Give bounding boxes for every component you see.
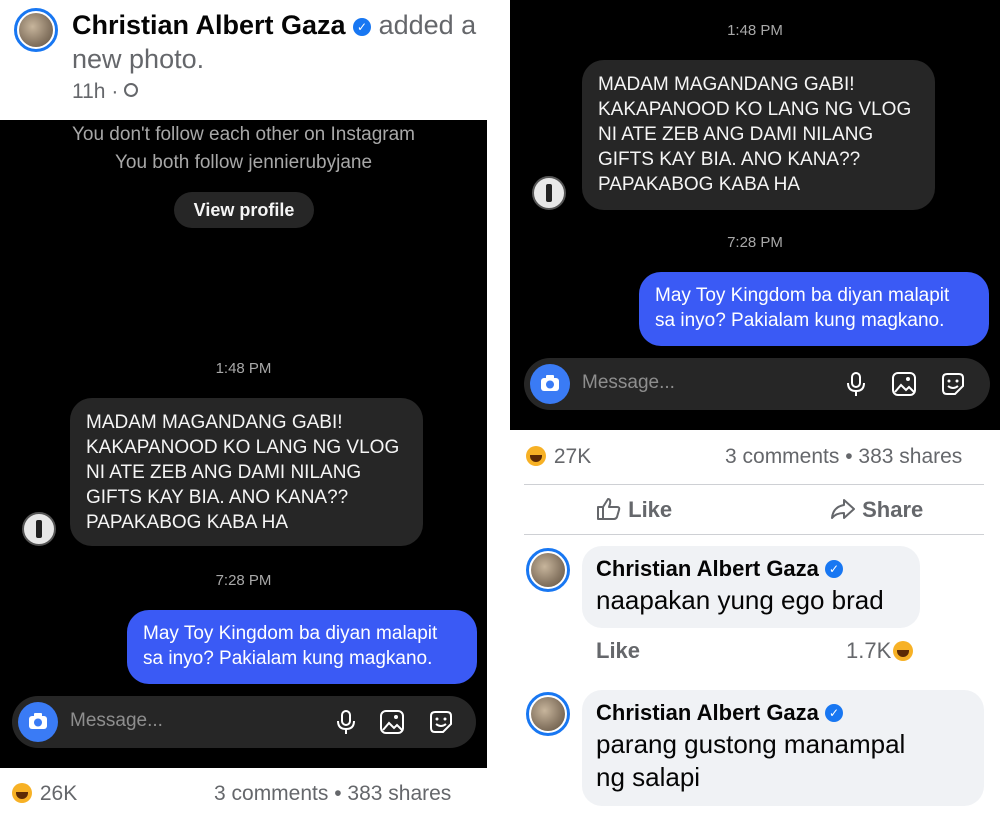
- reaction-total: 26K: [39, 782, 78, 805]
- camera-icon: [29, 713, 47, 729]
- share-button[interactable]: Share: [830, 497, 923, 523]
- dm-screenshot: 1:48 PM MADAM MAGANDANG GABI! KAKAPANOOD…: [510, 0, 1000, 430]
- microphone-icon[interactable]: [332, 708, 360, 736]
- comment-reaction-total: 1.7K: [846, 638, 892, 663]
- verified-badge-icon: ✓: [825, 704, 844, 722]
- message-input[interactable]: Message...: [70, 710, 163, 732]
- sender-avatar[interactable]: [532, 176, 566, 210]
- verified-badge-icon: ✓: [353, 18, 372, 36]
- sender-avatar[interactable]: [22, 512, 56, 546]
- post-timestamp: 11h ·: [72, 80, 139, 104]
- commenter-avatar[interactable]: [526, 692, 570, 736]
- panel-divider: [500, 0, 510, 818]
- author-avatar[interactable]: [14, 8, 58, 52]
- left-screenshot: Christian Albert Gaza ✓ added a new phot…: [0, 0, 500, 818]
- commenter-name[interactable]: Christian Albert Gaza ✓: [596, 554, 906, 584]
- separator: ·: [111, 80, 119, 103]
- camera-icon: [541, 375, 559, 391]
- message-timestamp: 7:28 PM: [727, 234, 783, 251]
- comments-shares[interactable]: 3 comments • 383 shares: [725, 445, 962, 469]
- message-composer: Message...: [524, 358, 990, 410]
- incoming-message: MADAM MAGANDANG GABI! KAKAPANOOD KO LANG…: [582, 60, 935, 210]
- message-timestamp: 1:48 PM: [215, 360, 272, 377]
- comment-text-line: ng salapi: [596, 762, 701, 792]
- comment-like-button[interactable]: Like: [596, 638, 640, 664]
- camera-button[interactable]: [18, 702, 58, 742]
- camera-button[interactable]: [530, 364, 570, 404]
- post-header-text: Christian Albert Gaza ✓ added a new phot…: [72, 8, 492, 76]
- comments-shares[interactable]: 3 comments • 383 shares: [214, 782, 451, 806]
- reaction-count[interactable]: 27K: [526, 445, 591, 469]
- microphone-icon[interactable]: [842, 370, 870, 398]
- comment-text: naapakan yung ego brad: [596, 585, 884, 615]
- gallery-icon[interactable]: [378, 708, 406, 736]
- reaction-count[interactable]: 26K: [12, 782, 77, 806]
- comment-reactions[interactable]: 1.7K: [846, 638, 915, 664]
- verified-badge-icon: ✓: [825, 560, 844, 578]
- sticker-icon[interactable]: [939, 370, 967, 398]
- commenter-name[interactable]: Christian Albert Gaza ✓: [596, 698, 970, 728]
- share-arrow-icon: [831, 499, 855, 519]
- author-name[interactable]: Christian Albert Gaza: [72, 10, 346, 40]
- like-button[interactable]: Like: [596, 497, 672, 523]
- post-time[interactable]: 11h: [72, 80, 105, 103]
- right-screenshot: 1:48 PM MADAM MAGANDANG GABI! KAKAPANOOD…: [510, 0, 1000, 818]
- follow-status: You don't follow each other on Instagram: [71, 124, 416, 145]
- mutual-follow: You both follow jennierubyjane: [114, 152, 373, 173]
- globe-icon: [124, 83, 139, 97]
- dm-screenshot: You don't follow each other on Instagram…: [0, 120, 487, 768]
- like-label: Like: [628, 497, 673, 522]
- incoming-message: MADAM MAGANDANG GABI! KAKAPANOOD KO LANG…: [70, 398, 423, 546]
- outgoing-message: May Toy Kingdom ba diyan malapit sa inyo…: [639, 272, 989, 346]
- divider: [524, 534, 984, 535]
- comment-text-line: parang gustong manampal: [596, 729, 906, 759]
- sticker-icon[interactable]: [427, 708, 455, 736]
- commenter-name-text: Christian Albert Gaza: [596, 700, 819, 725]
- reaction-total: 27K: [553, 445, 592, 468]
- commenter-name-text: Christian Albert Gaza: [596, 556, 819, 581]
- post-header: Christian Albert Gaza ✓ added a new phot…: [0, 0, 500, 120]
- message-input[interactable]: Message...: [582, 372, 675, 394]
- comment-bubble: Christian Albert Gaza ✓ naapakan yung eg…: [582, 546, 920, 628]
- message-timestamp: 7:28 PM: [215, 572, 272, 589]
- gallery-icon[interactable]: [890, 370, 918, 398]
- thumbs-up-icon: [597, 498, 621, 520]
- message-timestamp: 1:48 PM: [727, 22, 783, 39]
- share-label: Share: [862, 497, 924, 522]
- view-profile-button[interactable]: View profile: [174, 192, 314, 228]
- haha-reaction-icon: [526, 446, 546, 466]
- message-composer: Message...: [12, 696, 476, 748]
- commenter-avatar[interactable]: [526, 548, 570, 592]
- haha-reaction-icon: [893, 641, 914, 661]
- divider: [524, 484, 984, 485]
- outgoing-message: May Toy Kingdom ba diyan malapit sa inyo…: [127, 610, 477, 684]
- haha-reaction-icon: [12, 783, 32, 803]
- comment-bubble: Christian Albert Gaza ✓ parang gustong m…: [582, 690, 984, 806]
